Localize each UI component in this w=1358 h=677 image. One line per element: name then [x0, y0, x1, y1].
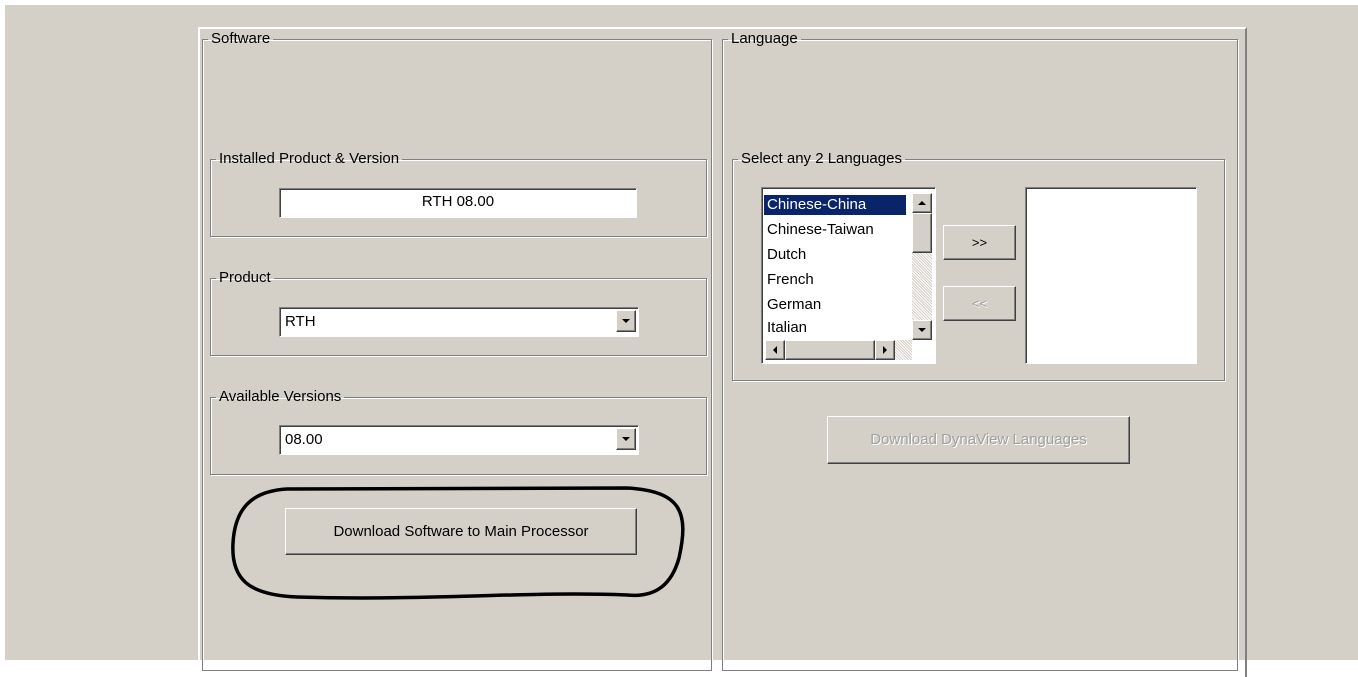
versions-dropdown[interactable]: 08.00 — [279, 425, 639, 455]
horizontal-scroll-thumb[interactable] — [785, 340, 875, 360]
app-window: Software Installed Product & Version RTH… — [5, 5, 1358, 677]
download-languages-button[interactable]: Download DynaView Languages — [827, 416, 1130, 464]
product-legend: Product — [219, 269, 271, 286]
remove-language-button[interactable]: << — [943, 286, 1016, 321]
list-item[interactable]: Italian — [764, 318, 906, 334]
scroll-right-button[interactable] — [875, 340, 895, 360]
vertical-scrollbar[interactable] — [912, 193, 932, 340]
versions-dropdown-button[interactable] — [616, 428, 636, 450]
chevron-down-icon — [622, 319, 630, 323]
list-item[interactable]: Chinese-China — [764, 195, 906, 215]
versions-value: 08.00 — [285, 431, 323, 448]
product-dropdown-button[interactable] — [616, 310, 636, 332]
scroll-down-button[interactable] — [912, 320, 932, 340]
product-dropdown[interactable]: RTH — [279, 307, 639, 337]
arrow-down-icon — [918, 328, 926, 332]
installed-version-field: RTH 08.00 — [279, 188, 637, 218]
arrow-left-icon — [773, 346, 777, 354]
list-item[interactable]: German — [764, 295, 906, 315]
add-language-label: >> — [971, 235, 988, 250]
chevron-down-icon — [622, 437, 630, 441]
arrow-up-icon — [918, 201, 926, 205]
installed-version-value: RTH 08.00 — [421, 193, 495, 210]
product-value: RTH — [285, 313, 316, 330]
list-item[interactable]: French — [764, 270, 906, 290]
scroll-up-button[interactable] — [912, 193, 932, 213]
selected-languages-list[interactable] — [1025, 187, 1197, 364]
software-legend: Software — [211, 30, 271, 47]
add-language-button[interactable]: >> — [943, 225, 1016, 260]
list-item[interactable]: Chinese-Taiwan — [764, 220, 906, 240]
highlight-annotation — [231, 486, 685, 600]
horizontal-scrollbar[interactable] — [765, 340, 912, 360]
annotation-ellipse — [231, 486, 685, 600]
download-languages-label: Download DynaView Languages — [870, 431, 1087, 448]
versions-legend: Available Versions — [219, 388, 342, 405]
available-languages-list[interactable]: Chinese-China Chinese-Taiwan Dutch Frenc… — [761, 187, 936, 364]
arrow-right-icon — [883, 346, 887, 354]
vertical-scroll-thumb[interactable] — [912, 213, 932, 253]
remove-language-label: << — [971, 296, 988, 311]
language-legend: Language — [731, 30, 798, 47]
list-item[interactable]: Dutch — [764, 245, 906, 265]
installed-version-legend: Installed Product & Version — [219, 150, 400, 167]
scroll-left-button[interactable] — [765, 340, 785, 360]
select-languages-legend: Select any 2 Languages — [741, 150, 902, 167]
